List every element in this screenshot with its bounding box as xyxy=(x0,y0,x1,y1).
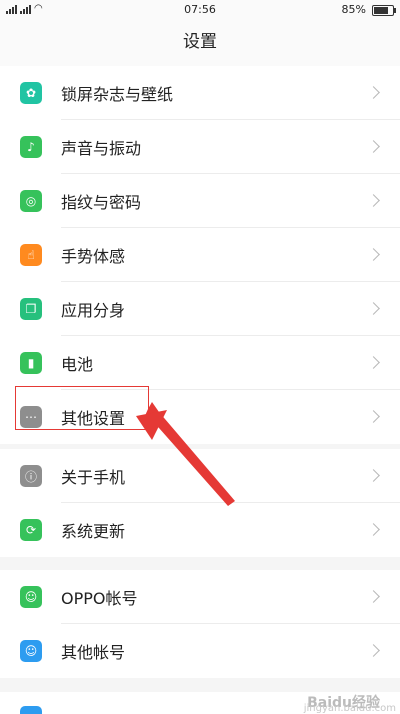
annotation-arrow xyxy=(136,402,235,506)
watermark-url: jingyan.baidu.com xyxy=(303,703,396,714)
